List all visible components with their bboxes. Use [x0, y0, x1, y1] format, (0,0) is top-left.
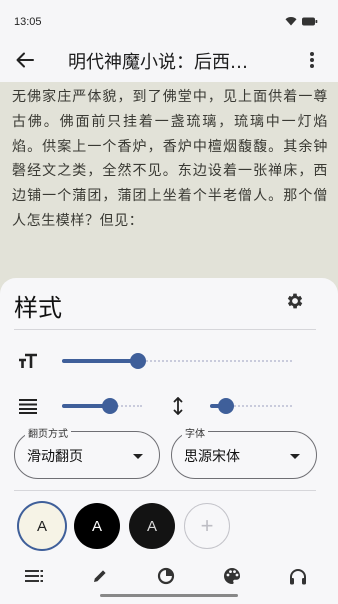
- chevron-down-icon: [290, 454, 300, 459]
- page-turn-dropdown[interactable]: 翻页方式 滑动翻页: [14, 425, 160, 479]
- app-bar: 明代神魔小说：后西…: [0, 38, 338, 82]
- nav-toc-button[interactable]: [21, 564, 47, 588]
- font-dropdown[interactable]: 字体 思源宋体: [171, 425, 317, 479]
- plus-icon: +: [200, 513, 214, 538]
- brightness-icon: [157, 567, 175, 585]
- pencil-icon: [94, 570, 106, 582]
- status-bar: 13:05: [0, 0, 338, 38]
- font-value: 思源宋体: [184, 449, 240, 465]
- theme-option-black[interactable]: A: [74, 503, 120, 549]
- theme-letter: A: [36, 517, 47, 535]
- page-title: 明代神魔小说：后西…: [68, 52, 248, 73]
- page-turn-label: 翻页方式: [25, 425, 71, 440]
- nav-theme-button[interactable]: [219, 564, 245, 588]
- status-time: 13:05: [14, 16, 42, 28]
- nav-brightness-button[interactable]: [153, 564, 179, 588]
- nav-read-aloud-button[interactable]: [285, 564, 311, 588]
- reading-content[interactable]: 无佛家庄严体貌，到了佛堂中，见上面供着一尊古佛。佛面前只挂着一盏琉璃，琉璃中一灯…: [0, 82, 338, 292]
- line-spacing-button[interactable]: [17, 396, 39, 416]
- font-size-button[interactable]: [17, 351, 39, 371]
- slider-fill: [62, 359, 138, 363]
- theme-letter: A: [146, 517, 157, 535]
- list-icon: [25, 570, 43, 582]
- battery-icon: [302, 17, 318, 25]
- paragraph-spacing-slider[interactable]: [210, 398, 292, 414]
- line-spacing-slider[interactable]: [62, 398, 142, 414]
- back-button[interactable]: [12, 48, 38, 72]
- theme-option-light[interactable]: A: [19, 503, 65, 549]
- line-spacing-icon: [19, 399, 37, 414]
- headphones-icon: [290, 568, 306, 584]
- settings-button[interactable]: [284, 290, 306, 312]
- more-vert-icon: [310, 52, 314, 68]
- paragraph-spacing-button[interactable]: [170, 396, 186, 416]
- page-turn-value: 滑动翻页: [27, 449, 83, 465]
- chevron-down-icon: [133, 454, 143, 459]
- sheet-divider-bottom: [14, 490, 316, 491]
- slider-thumb[interactable]: [218, 398, 235, 414]
- nav-annotate-button[interactable]: [87, 564, 113, 588]
- palette-icon: [224, 568, 241, 584]
- text-size-icon: [19, 353, 37, 368]
- font-label: 字体: [182, 425, 208, 440]
- slider-thumb[interactable]: [102, 398, 118, 414]
- arrow-back-icon: [16, 52, 34, 68]
- slider-thumb[interactable]: [129, 353, 146, 369]
- font-size-slider[interactable]: [62, 353, 292, 369]
- system-icons: [285, 16, 318, 26]
- sheet-divider-top: [14, 329, 316, 330]
- gear-icon: [287, 293, 303, 309]
- theme-letter: A: [91, 517, 102, 535]
- more-options-button[interactable]: [302, 48, 322, 72]
- add-theme-button[interactable]: +: [184, 503, 230, 549]
- gesture-bar: [100, 594, 238, 597]
- sheet-title: 样式: [14, 294, 62, 322]
- chapter-text: 无佛家庄严体貌，到了佛堂中，见上面供着一尊古佛。佛面前只挂着一盏琉璃，琉璃中一灯…: [12, 89, 328, 229]
- theme-option-dark[interactable]: A: [129, 503, 175, 549]
- vertical-spacing-icon: [173, 397, 183, 415]
- wifi-icon: [285, 17, 297, 26]
